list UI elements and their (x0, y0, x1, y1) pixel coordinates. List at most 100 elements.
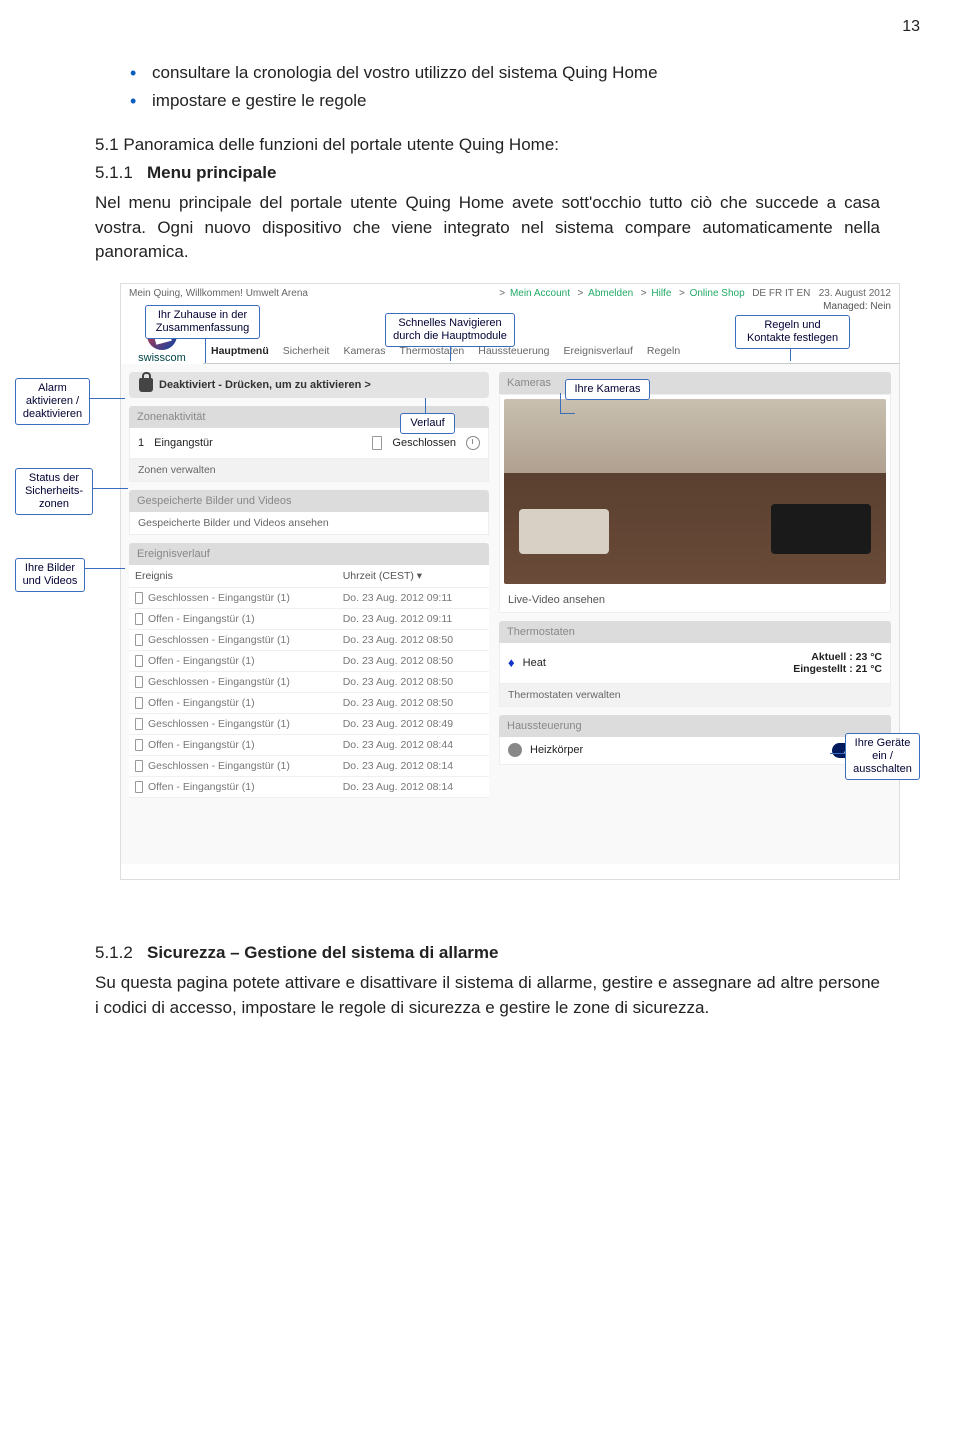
bullet-item: consultare la cronologia del vostro util… (130, 60, 880, 86)
media-view-link[interactable]: Gespeicherte Bilder und Videos ansehen (129, 512, 489, 535)
time-cell: Do. 23 Aug. 2012 08:50 (337, 630, 489, 651)
time-cell: Do. 23 Aug. 2012 08:14 (337, 756, 489, 777)
time-cell: Do. 23 Aug. 2012 08:14 (337, 777, 489, 798)
heading-number: 5.1.2 (95, 943, 133, 962)
brand-name: swisscom (121, 352, 203, 364)
thermostat-row: ♦ Heat Aktuell : 23 °C Eingestellt : 21 … (499, 643, 891, 684)
thermostat-manage-link[interactable]: Thermostaten verwalten (499, 684, 891, 707)
tab-thermostaten[interactable]: Thermostaten (399, 345, 464, 363)
lock-icon (139, 378, 153, 392)
page-number: 13 (902, 18, 920, 36)
time-cell: Do. 23 Aug. 2012 08:49 (337, 714, 489, 735)
event-cell: Geschlossen - Eingangstür (1) (129, 630, 337, 651)
zone-number: 1 (138, 437, 144, 449)
door-icon (135, 592, 143, 604)
alarm-toggle-bar[interactable]: Deaktiviert - Drücken, um zu aktivieren … (129, 372, 489, 398)
automation-device-name: Heizkörper (530, 744, 583, 756)
paragraph-5-1-1: Nel menu principale del portale utente Q… (95, 191, 880, 265)
table-row: Offen - Eingangstür (1)Do. 23 Aug. 2012 … (129, 609, 489, 630)
zone-name: Eingangstür (154, 437, 213, 449)
thermostat-current: Aktuell : 23 °C (793, 651, 882, 663)
camera-image (504, 399, 886, 584)
annotation-zuhause: Ihr Zuhause in derZusammenfassung (145, 305, 260, 339)
radiator-icon (508, 743, 522, 757)
bullet-list: consultare la cronologia del vostro util… (130, 60, 880, 113)
table-row: Offen - Eingangstür (1)Do. 23 Aug. 2012 … (129, 735, 489, 756)
lang-switch[interactable]: DE FR IT EN (752, 288, 810, 299)
annotation-navigation: Schnelles Navigierendurch die Hauptmodul… (385, 313, 515, 347)
nav-help-link[interactable]: Hilfe (651, 288, 671, 299)
bullet-item: impostare e gestire le regole (130, 88, 880, 114)
event-cell: Geschlossen - Eingangstür (1) (129, 756, 337, 777)
section-header-cameras: Kameras (499, 372, 891, 394)
door-icon (135, 613, 143, 625)
camera-box: Live-Video ansehen (499, 394, 891, 613)
events-col-event: Ereignis (129, 565, 337, 588)
section-header-media: Gespeicherte Bilder und Videos (129, 490, 489, 512)
annotation-status: Status derSicherheits-zonen (15, 468, 93, 516)
table-row: Geschlossen - Eingangstür (1)Do. 23 Aug.… (129, 714, 489, 735)
screenshot-figure: Ihr Zuhause in derZusammenfassung Schnel… (15, 283, 920, 903)
door-icon (135, 781, 143, 793)
table-row: Geschlossen - Eingangstür (1)Do. 23 Aug.… (129, 672, 489, 693)
thermostat-setpoint: Eingestellt : 21 °C (793, 663, 882, 675)
time-cell: Do. 23 Aug. 2012 08:50 (337, 651, 489, 672)
events-col-time[interactable]: Uhrzeit (CEST) ▾ (337, 565, 489, 588)
event-cell: Offen - Eingangstür (1) (129, 693, 337, 714)
tab-hauptmenu[interactable]: Hauptmenü (211, 345, 269, 363)
nav-account-link[interactable]: Mein Account (510, 288, 570, 299)
app-window: Mein Quing, Willkommen! Umwelt Arena > M… (120, 283, 900, 880)
zones-manage-link[interactable]: Zonen verwalten (129, 459, 489, 482)
time-cell: Do. 23 Aug. 2012 08:44 (337, 735, 489, 756)
events-table: Ereignis Uhrzeit (CEST) ▾ Geschlossen - … (129, 565, 489, 799)
table-row: Offen - Eingangstür (1)Do. 23 Aug. 2012 … (129, 777, 489, 798)
flame-icon: ♦ (508, 655, 515, 670)
event-cell: Geschlossen - Eingangstür (1) (129, 588, 337, 609)
tab-kameras[interactable]: Kameras (343, 345, 385, 363)
door-icon (135, 676, 143, 688)
tab-sicherheit[interactable]: Sicherheit (283, 345, 330, 363)
table-row: Geschlossen - Eingangstür (1)Do. 23 Aug.… (129, 587, 489, 609)
automation-row: Heizkörper Aus > (499, 737, 891, 765)
tab-haussteuerung[interactable]: Haussteuerung (478, 345, 549, 363)
live-video-link[interactable]: Live-Video ansehen (500, 588, 890, 612)
door-icon (135, 718, 143, 730)
greeting-text: Mein Quing, Willkommen! Umwelt Arena (129, 288, 308, 299)
heading-5-1: 5.1 Panoramica delle funzioni del portal… (95, 135, 880, 155)
annotation-regeln: Regeln undKontakte festlegen (735, 315, 850, 349)
zone-state: Geschlossen (392, 437, 456, 449)
alarm-status-text: Deaktiviert - Drücken, um zu aktivieren … (159, 379, 371, 391)
time-cell: Do. 23 Aug. 2012 08:50 (337, 672, 489, 693)
door-icon (372, 436, 382, 450)
section-header-thermo: Thermostaten (499, 621, 891, 643)
time-cell: Do. 23 Aug. 2012 09:11 (337, 587, 489, 609)
annotation-geraete: Ihre Geräteein /ausschalten (845, 733, 920, 781)
event-cell: Offen - Eingangstür (1) (129, 735, 337, 756)
annotation-alarm: Alarmaktivieren /deaktivieren (15, 378, 90, 426)
event-cell: Offen - Eingangstür (1) (129, 651, 337, 672)
heading-title: Sicurezza – Gestione del sistema di alla… (147, 943, 499, 962)
event-cell: Geschlossen - Eingangstür (1) (129, 672, 337, 693)
top-bar: Mein Quing, Willkommen! Umwelt Arena > M… (121, 284, 899, 301)
time-cell: Do. 23 Aug. 2012 08:50 (337, 693, 489, 714)
heading-5-1-2: 5.1.2 Sicurezza – Gestione del sistema d… (95, 943, 880, 963)
nav-logout-link[interactable]: Abmelden (588, 288, 633, 299)
door-icon (135, 655, 143, 667)
section-header-events: Ereignisverlauf (129, 543, 489, 565)
thermostat-name: Heat (523, 657, 546, 669)
event-cell: Offen - Eingangstür (1) (129, 609, 337, 630)
event-cell: Offen - Eingangstür (1) (129, 777, 337, 798)
tab-ereignisverlauf[interactable]: Ereignisverlauf (563, 345, 632, 363)
tab-regeln[interactable]: Regeln (647, 345, 680, 363)
section-header-automation: Haussteuerung (499, 715, 891, 737)
clock-icon (466, 436, 480, 450)
table-row: Offen - Eingangstür (1)Do. 23 Aug. 2012 … (129, 651, 489, 672)
heading-number: 5.1.1 (95, 163, 133, 182)
nav-shop-link[interactable]: Online Shop (690, 288, 745, 299)
door-icon (135, 739, 143, 751)
heading-title: Menu principale (147, 163, 276, 182)
table-row: Geschlossen - Eingangstür (1)Do. 23 Aug.… (129, 756, 489, 777)
event-cell: Geschlossen - Eingangstür (1) (129, 714, 337, 735)
paragraph-5-1-2: Su questa pagina potete attivare e disat… (95, 971, 880, 1020)
annotation-verlauf: Verlauf (400, 413, 455, 434)
